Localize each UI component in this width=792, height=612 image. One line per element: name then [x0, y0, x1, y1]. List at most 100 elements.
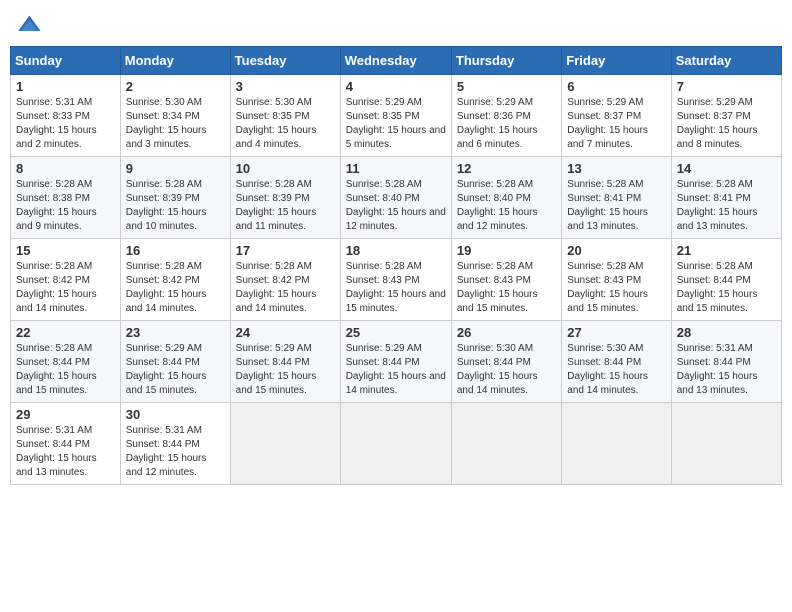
day-info: Sunrise: 5:28 AMSunset: 8:39 PMDaylight:…	[126, 178, 225, 234]
day-number: 3	[236, 79, 335, 94]
day-number: 17	[236, 243, 335, 258]
week-row-4: 22 Sunrise: 5:28 AMSunset: 8:44 PMDayligh…	[11, 321, 782, 403]
day-info: Sunrise: 5:30 AMSunset: 8:44 PMDaylight:…	[457, 342, 556, 398]
day-cell-23: 23 Sunrise: 5:29 AMSunset: 8:44 PMDayligh…	[120, 321, 230, 403]
day-number: 15	[16, 243, 115, 258]
day-number: 4	[346, 79, 446, 94]
day-info: Sunrise: 5:30 AMSunset: 8:44 PMDaylight:…	[567, 342, 665, 398]
day-number: 12	[457, 161, 556, 176]
day-info: Sunrise: 5:29 AMSunset: 8:37 PMDaylight:…	[567, 96, 665, 152]
day-cell-3: 3 Sunrise: 5:30 AMSunset: 8:35 PMDaylight…	[230, 75, 340, 157]
day-number: 23	[126, 325, 225, 340]
day-number: 19	[457, 243, 556, 258]
day-number: 25	[346, 325, 446, 340]
day-cell-30: 30 Sunrise: 5:31 AMSunset: 8:44 PMDayligh…	[120, 403, 230, 485]
day-info: Sunrise: 5:28 AMSunset: 8:40 PMDaylight:…	[346, 178, 446, 234]
day-cell-12: 12 Sunrise: 5:28 AMSunset: 8:40 PMDayligh…	[451, 157, 561, 239]
day-number: 16	[126, 243, 225, 258]
empty-cell	[340, 403, 451, 485]
empty-cell	[562, 403, 671, 485]
day-number: 27	[567, 325, 665, 340]
calendar-table: SundayMondayTuesdayWednesdayThursdayFrid…	[10, 46, 782, 485]
day-cell-6: 6 Sunrise: 5:29 AMSunset: 8:37 PMDaylight…	[562, 75, 671, 157]
day-cell-9: 9 Sunrise: 5:28 AMSunset: 8:39 PMDaylight…	[120, 157, 230, 239]
day-info: Sunrise: 5:31 AMSunset: 8:44 PMDaylight:…	[677, 342, 776, 398]
page-header	[10, 10, 782, 38]
day-cell-18: 18 Sunrise: 5:28 AMSunset: 8:43 PMDayligh…	[340, 239, 451, 321]
day-cell-29: 29Sunrise: 5:31 AMSunset: 8:44 PMDayligh…	[11, 403, 121, 485]
day-cell-21: 21 Sunrise: 5:28 AMSunset: 8:44 PMDayligh…	[671, 239, 781, 321]
weekday-header-saturday: Saturday	[671, 47, 781, 75]
day-number: 20	[567, 243, 665, 258]
day-info: Sunrise: 5:28 AMSunset: 8:38 PMDaylight:…	[16, 178, 115, 234]
weekday-header-tuesday: Tuesday	[230, 47, 340, 75]
day-info: Sunrise: 5:30 AMSunset: 8:35 PMDaylight:…	[236, 96, 335, 152]
day-number: 8	[16, 161, 115, 176]
day-cell-25: 25 Sunrise: 5:29 AMSunset: 8:44 PMDayligh…	[340, 321, 451, 403]
day-cell-14: 14Sunrise: 5:28 AMSunset: 8:41 PMDayligh…	[671, 157, 781, 239]
weekday-header-row: SundayMondayTuesdayWednesdayThursdayFrid…	[11, 47, 782, 75]
day-info: Sunrise: 5:28 AMSunset: 8:41 PMDaylight:…	[567, 178, 665, 234]
day-cell-16: 16Sunrise: 5:28 AMSunset: 8:42 PMDayligh…	[120, 239, 230, 321]
day-info: Sunrise: 5:28 AMSunset: 8:39 PMDaylight:…	[236, 178, 335, 234]
day-info: Sunrise: 5:28 AMSunset: 8:44 PMDaylight:…	[16, 342, 115, 398]
week-row-5: 29 Sunrise: 5:31 AMSunset: 8:44 PMDayligh…	[11, 403, 782, 485]
day-number: 14	[677, 161, 776, 176]
week-row-1: 1 Sunrise: 5:31 AMSunset: 8:33 PMDaylight…	[11, 75, 782, 157]
logo	[14, 10, 44, 38]
day-info: Sunrise: 5:28 AMSunset: 8:43 PMDaylight:…	[567, 260, 665, 316]
empty-cell	[451, 403, 561, 485]
day-number: 11	[346, 161, 446, 176]
day-cell-7: 7 Sunrise: 5:29 AMSunset: 8:37 PMDaylight…	[671, 75, 781, 157]
day-info: Sunrise: 5:28 AMSunset: 8:42 PMDaylight:…	[16, 260, 115, 316]
day-cell-13: 13 Sunrise: 5:28 AMSunset: 8:41 PMDayligh…	[562, 157, 671, 239]
day-number: 9	[126, 161, 225, 176]
weekday-header-monday: Monday	[120, 47, 230, 75]
day-info: Sunrise: 5:28 AMSunset: 8:44 PMDaylight:…	[677, 260, 776, 316]
day-info: Sunrise: 5:29 AMSunset: 8:44 PMDaylight:…	[126, 342, 225, 398]
day-number: 29	[16, 407, 115, 422]
day-cell-8: 8 Sunrise: 5:28 AMSunset: 8:38 PMDaylight…	[11, 157, 121, 239]
day-info: Sunrise: 5:31 AMSunset: 8:33 PMDaylight:…	[16, 96, 115, 152]
day-number: 28	[677, 325, 776, 340]
day-number: 24	[236, 325, 335, 340]
weekday-header-sunday: Sunday	[11, 47, 121, 75]
day-number: 22	[16, 325, 115, 340]
day-cell-1: 1 Sunrise: 5:31 AMSunset: 8:33 PMDaylight…	[11, 75, 121, 157]
day-info: Sunrise: 5:29 AMSunset: 8:44 PMDaylight:…	[236, 342, 335, 398]
day-cell-22: 22 Sunrise: 5:28 AMSunset: 8:44 PMDayligh…	[11, 321, 121, 403]
day-number: 5	[457, 79, 556, 94]
empty-cell	[230, 403, 340, 485]
day-number: 21	[677, 243, 776, 258]
day-info: Sunrise: 5:30 AMSunset: 8:34 PMDaylight:…	[126, 96, 225, 152]
day-cell-11: 11 Sunrise: 5:28 AMSunset: 8:40 PMDayligh…	[340, 157, 451, 239]
weekday-header-friday: Friday	[562, 47, 671, 75]
day-info: Sunrise: 5:28 AMSunset: 8:40 PMDaylight:…	[457, 178, 556, 234]
empty-cell	[671, 403, 781, 485]
day-info: Sunrise: 5:28 AMSunset: 8:43 PMDaylight:…	[457, 260, 556, 316]
day-info: Sunrise: 5:29 AMSunset: 8:36 PMDaylight:…	[457, 96, 556, 152]
day-number: 7	[677, 79, 776, 94]
day-info: Sunrise: 5:28 AMSunset: 8:43 PMDaylight:…	[346, 260, 446, 316]
weekday-header-thursday: Thursday	[451, 47, 561, 75]
day-cell-24: 24 Sunrise: 5:29 AMSunset: 8:44 PMDayligh…	[230, 321, 340, 403]
day-cell-28: 28 Sunrise: 5:31 AMSunset: 8:44 PMDayligh…	[671, 321, 781, 403]
day-number: 1	[16, 79, 115, 94]
week-row-2: 8 Sunrise: 5:28 AMSunset: 8:38 PMDaylight…	[11, 157, 782, 239]
day-info: Sunrise: 5:31 AMSunset: 8:44 PMDaylight:…	[126, 424, 225, 480]
day-info: Sunrise: 5:29 AMSunset: 8:37 PMDaylight:…	[677, 96, 776, 152]
day-number: 10	[236, 161, 335, 176]
day-cell-19: 19 Sunrise: 5:28 AMSunset: 8:43 PMDayligh…	[451, 239, 561, 321]
day-cell-4: 4Sunrise: 5:29 AMSunset: 8:35 PMDaylight…	[340, 75, 451, 157]
day-cell-5: 5 Sunrise: 5:29 AMSunset: 8:36 PMDaylight…	[451, 75, 561, 157]
day-number: 13	[567, 161, 665, 176]
day-number: 30	[126, 407, 225, 422]
day-cell-2: 2Sunrise: 5:30 AMSunset: 8:34 PMDaylight…	[120, 75, 230, 157]
day-number: 6	[567, 79, 665, 94]
day-info: Sunrise: 5:28 AMSunset: 8:42 PMDaylight:…	[236, 260, 335, 316]
week-row-3: 15 Sunrise: 5:28 AMSunset: 8:42 PMDayligh…	[11, 239, 782, 321]
day-cell-20: 20 Sunrise: 5:28 AMSunset: 8:43 PMDayligh…	[562, 239, 671, 321]
day-cell-15: 15 Sunrise: 5:28 AMSunset: 8:42 PMDayligh…	[11, 239, 121, 321]
day-info: Sunrise: 5:29 AMSunset: 8:44 PMDaylight:…	[346, 342, 446, 398]
day-number: 18	[346, 243, 446, 258]
